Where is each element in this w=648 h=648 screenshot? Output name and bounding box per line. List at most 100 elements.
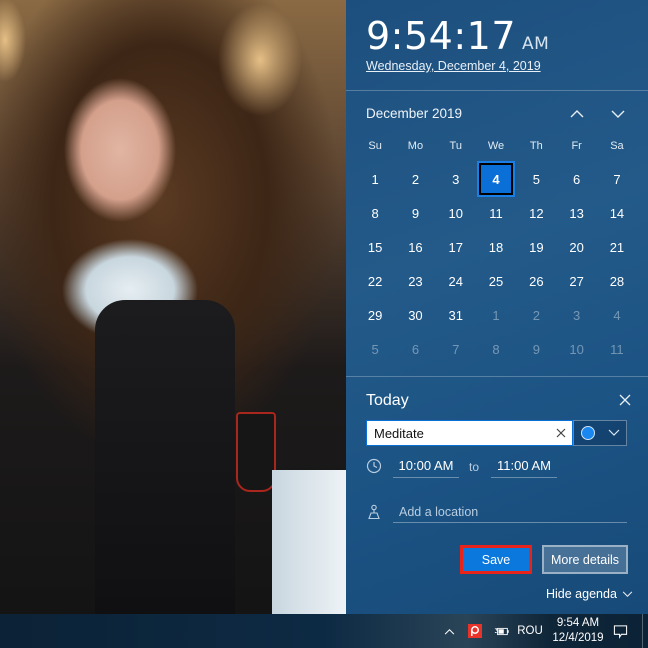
- calendar-day-label: 28: [609, 273, 625, 289]
- calendar-day[interactable]: 10: [436, 196, 476, 230]
- calendar-day[interactable]: 15: [355, 230, 395, 264]
- calendar-day[interactable]: 17: [436, 230, 476, 264]
- calendar-day-label: 26: [529, 273, 544, 289]
- calendar-day[interactable]: 13: [556, 196, 596, 230]
- calendar-day-label: 29: [367, 307, 383, 323]
- calendar-day-label: 17: [448, 239, 463, 255]
- calendar-day[interactable]: 8: [476, 332, 516, 366]
- clock-time-value: 9:54:17: [366, 14, 516, 58]
- input-language-button[interactable]: ROU: [517, 614, 543, 648]
- battery-button[interactable]: [491, 614, 513, 648]
- calendar-day[interactable]: 27: [556, 264, 596, 298]
- calendar-day[interactable]: 2: [516, 298, 556, 332]
- event-name-input[interactable]: [367, 421, 547, 445]
- show-desktop-button[interactable]: [642, 614, 643, 648]
- chevron-down-icon: [611, 110, 625, 118]
- end-time-picker[interactable]: 11:00 AM: [491, 454, 557, 478]
- calendar-color-dot: [580, 426, 595, 440]
- chevron-up-icon: [444, 628, 454, 634]
- start-time-picker[interactable]: 10:00 AM: [393, 454, 459, 478]
- calendar-day-label: 1: [492, 307, 500, 323]
- taskbar-clock-button[interactable]: 9:54 AM 12/4/2019: [550, 614, 606, 648]
- calendar-day-label: 1: [371, 171, 379, 187]
- clear-text-button[interactable]: [554, 426, 568, 440]
- calendar-day[interactable]: 1: [355, 162, 395, 196]
- desktop-wallpaper: [0, 0, 346, 614]
- tray-app-button[interactable]: [465, 614, 485, 648]
- date-link[interactable]: Wednesday, December 4, 2019: [366, 59, 541, 73]
- calendar-day[interactable]: 6: [395, 332, 435, 366]
- calendar-day-label: 3: [452, 171, 460, 187]
- calendar-day-label: 3: [573, 307, 581, 323]
- calendar-day-label: 9: [411, 205, 420, 221]
- month-title[interactable]: December 2019: [366, 106, 462, 121]
- calendar-day[interactable]: 28: [597, 264, 637, 298]
- calendar-day[interactable]: 19: [516, 230, 556, 264]
- calendar-day[interactable]: 3: [436, 162, 476, 196]
- calendar-day[interactable]: 2: [395, 162, 435, 196]
- chevron-down-icon: [622, 591, 633, 597]
- calendar-day[interactable]: 5: [516, 162, 556, 196]
- calendar-day[interactable]: 6: [556, 162, 596, 196]
- calendar-day[interactable]: 7: [597, 162, 637, 196]
- calendar-day[interactable]: 23: [395, 264, 435, 298]
- hide-agenda-button[interactable]: Hide agenda: [546, 587, 633, 601]
- calendar-day[interactable]: 30: [395, 298, 435, 332]
- calendar-day[interactable]: 10: [556, 332, 596, 366]
- calendar-day-today[interactable]: 4: [476, 161, 516, 197]
- calendar-day-label: 4: [613, 307, 621, 323]
- calendar-day[interactable]: 24: [436, 264, 476, 298]
- location-input[interactable]: [393, 501, 627, 523]
- calendar-day[interactable]: 29: [355, 298, 395, 332]
- more-details-button[interactable]: More details: [542, 545, 628, 574]
- calendar-day-label: 10: [569, 341, 584, 357]
- calendar-day-label: 8: [371, 205, 379, 221]
- calendar-day[interactable]: 8: [355, 196, 395, 230]
- calendar-day-label: 7: [452, 341, 460, 357]
- divider: [346, 376, 648, 377]
- calendar-day[interactable]: 16: [395, 230, 435, 264]
- calendar-day-label: 21: [609, 239, 625, 255]
- calendar-day[interactable]: 5: [355, 332, 395, 366]
- calendar-day[interactable]: 11: [476, 196, 516, 230]
- weekday-header: Su: [368, 140, 382, 152]
- save-button[interactable]: Save: [460, 545, 532, 574]
- calendar-day[interactable]: 20: [556, 230, 596, 264]
- calendar-day[interactable]: 22: [355, 264, 395, 298]
- calendar-day-label: 10: [448, 205, 463, 221]
- event-name-field: [366, 420, 573, 446]
- clock-ampm: AM: [522, 34, 550, 54]
- close-agenda-button[interactable]: [616, 391, 634, 409]
- next-month-button[interactable]: [603, 100, 633, 128]
- calendar-day-label: 20: [569, 239, 584, 255]
- calendar-day[interactable]: 21: [597, 230, 637, 264]
- calendar-day[interactable]: 31: [436, 298, 476, 332]
- calendar-day[interactable]: 1: [476, 298, 516, 332]
- calendar-day[interactable]: 7: [436, 332, 476, 366]
- calendar-day[interactable]: 11: [597, 332, 637, 366]
- calendar-day-label: 22: [367, 273, 383, 289]
- calendar-day-label: 6: [411, 341, 420, 357]
- weekday-header: Fr: [571, 140, 582, 152]
- wallpaper-sleeve: [272, 470, 346, 614]
- calendar-day[interactable]: 14: [597, 196, 637, 230]
- calendar-day[interactable]: 12: [516, 196, 556, 230]
- calendar-day[interactable]: 9: [516, 332, 556, 366]
- show-hidden-icons-button[interactable]: [438, 614, 460, 648]
- action-center-button[interactable]: [608, 614, 632, 648]
- to-label: to: [469, 460, 480, 474]
- calendar-color-dropdown[interactable]: [573, 420, 627, 446]
- calendar-day-label: 14: [609, 205, 625, 221]
- calendar-day[interactable]: 4: [597, 298, 637, 332]
- calendar-day[interactable]: 9: [395, 196, 435, 230]
- calendar-day[interactable]: 18: [476, 230, 516, 264]
- app-p-icon: [468, 624, 482, 638]
- agenda-title: Today: [366, 392, 409, 409]
- previous-month-button[interactable]: [562, 100, 592, 128]
- weekday-header: We: [487, 140, 505, 152]
- calendar-day[interactable]: 26: [516, 264, 556, 298]
- calendar-day[interactable]: 3: [556, 298, 596, 332]
- calendar-day[interactable]: 25: [476, 264, 516, 298]
- clock-header: 9:54:17 AM Wednesday, December 4, 2019: [346, 0, 648, 90]
- calendar-day-label: 19: [529, 239, 544, 255]
